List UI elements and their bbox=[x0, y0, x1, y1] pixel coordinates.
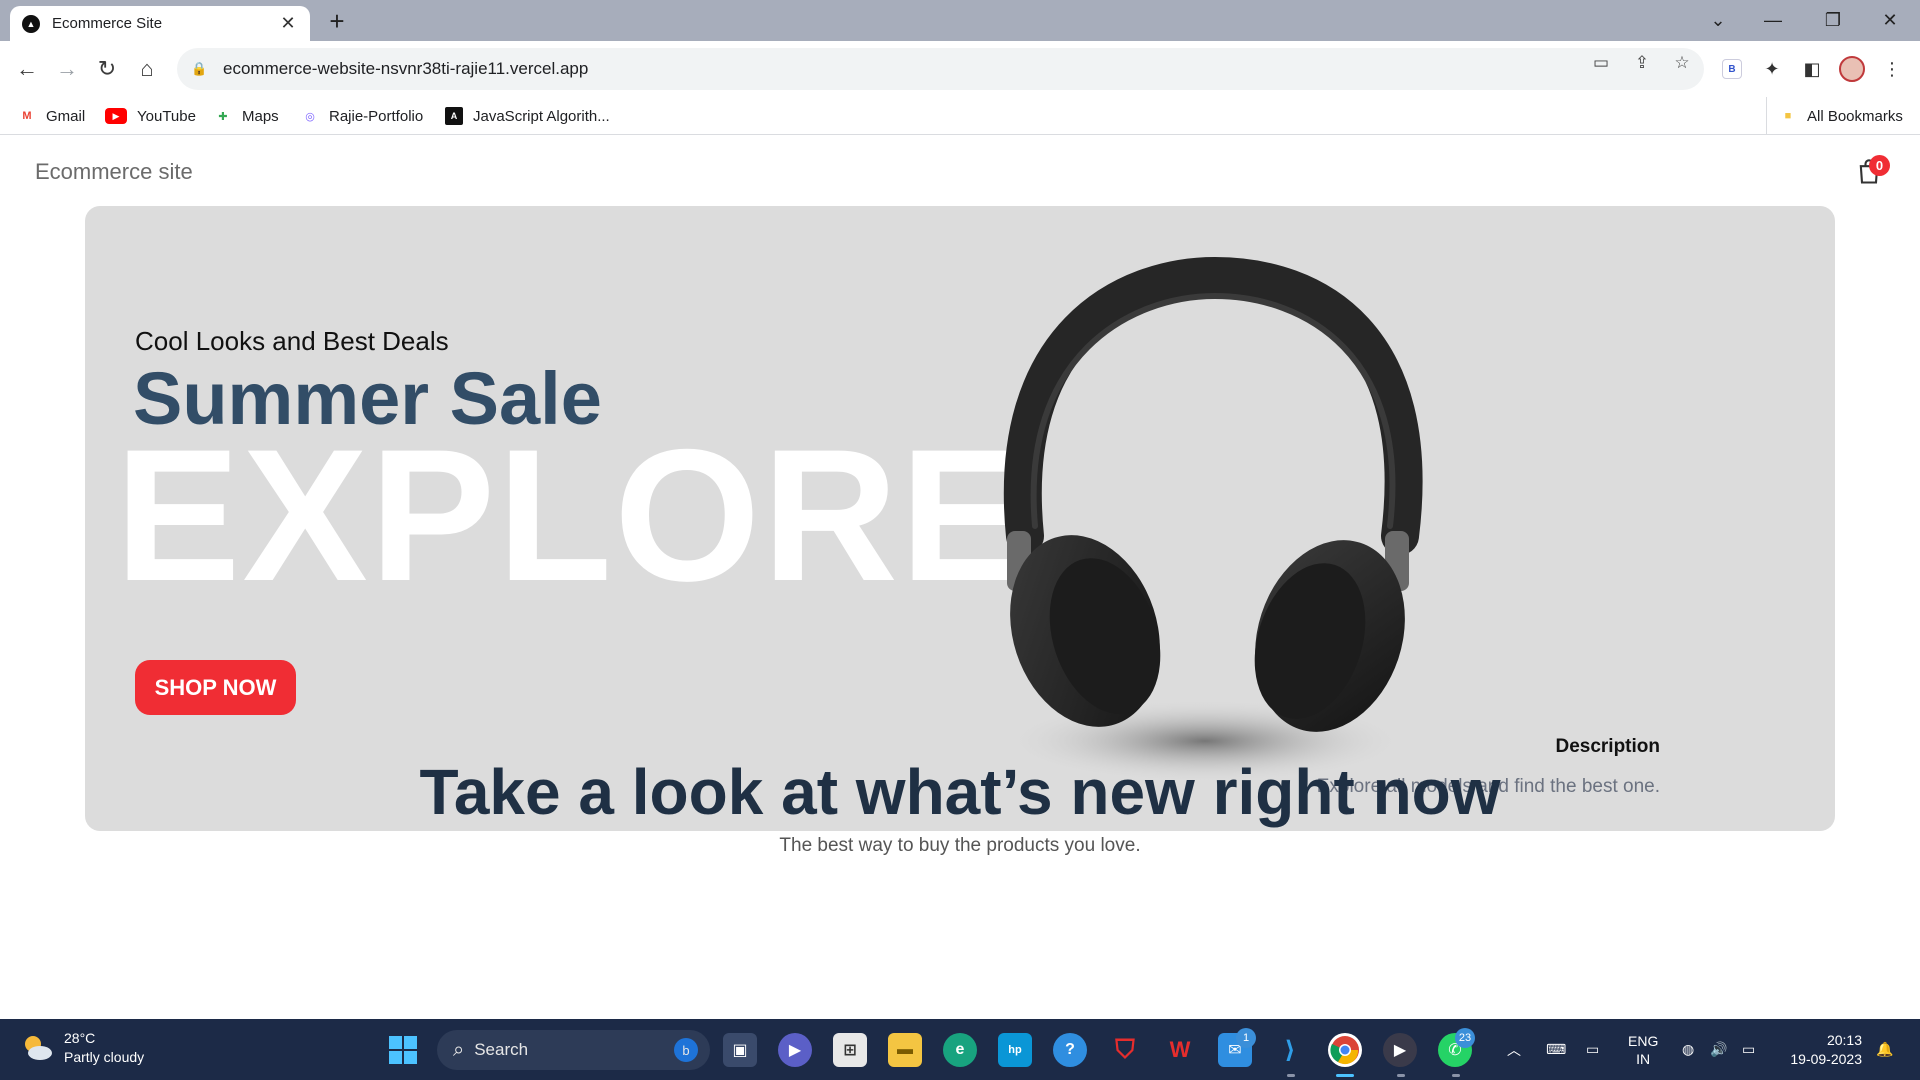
bing-icon[interactable]: b bbox=[674, 1038, 698, 1062]
clock[interactable]: 20:13 19-09-2023 bbox=[1778, 1031, 1862, 1069]
hero-banner: Cool Looks and Best Deals Summer Sale EX… bbox=[85, 206, 1835, 831]
hero-large-text: EXPLORE bbox=[115, 410, 1028, 620]
search-icon: ⌕ bbox=[453, 1038, 465, 1061]
windows-start-icon[interactable] bbox=[386, 1033, 420, 1067]
close-window-icon[interactable]: ✕ bbox=[1870, 4, 1910, 36]
bookmarks-bar: M Gmail ▶ YouTube ✚ Maps ◎ Rajie-Portfol… bbox=[0, 97, 1920, 135]
new-tab-button[interactable]: + bbox=[322, 6, 352, 36]
forward-arrow-icon[interactable]: → bbox=[51, 53, 83, 85]
url-text[interactable]: ecommerce-website-nsvnr38ti-rajie11.verc… bbox=[223, 59, 588, 79]
show-hidden-icons[interactable]: ︿ bbox=[1507, 1019, 1521, 1080]
wps-office-icon[interactable]: W bbox=[1163, 1033, 1197, 1067]
search-placeholder: Search bbox=[474, 1040, 529, 1059]
battery-icon[interactable]: ▭ bbox=[1742, 1019, 1755, 1080]
side-panel-icon[interactable]: ◧ bbox=[1796, 53, 1828, 85]
bookmark-star-icon[interactable]: ☆ bbox=[1670, 51, 1694, 75]
windows-taskbar: 28°C Partly cloudy ⌕ Search b ▣ ▶ ⊞ ▬ e … bbox=[0, 1019, 1920, 1080]
microsoft-store-icon[interactable]: ⊞ bbox=[833, 1033, 867, 1067]
myhp-icon[interactable]: hp bbox=[998, 1033, 1032, 1067]
back-arrow-icon[interactable]: ← bbox=[11, 53, 43, 85]
bookmark-youtube[interactable]: ▶ YouTube bbox=[105, 97, 196, 135]
reader-mode-icon[interactable]: ▭ bbox=[1589, 51, 1613, 75]
task-view-icon[interactable]: ▣ bbox=[723, 1033, 757, 1067]
js-algorithm-icon: A bbox=[445, 107, 463, 125]
youtube-icon: ▶ bbox=[105, 108, 127, 124]
web-page: Ecommerce site 0 Cool Looks and Best Dea… bbox=[0, 135, 1920, 1019]
maps-icon: ✚ bbox=[218, 110, 228, 123]
tab-search-icon[interactable]: ⌄ bbox=[1698, 4, 1738, 36]
bookmark-js-algorithm[interactable]: A JavaScript Algorith... bbox=[445, 97, 610, 135]
edge-browser-icon[interactable]: e bbox=[943, 1033, 977, 1067]
browser-toolbar: ← → ↻ ⌂ 🔒 ecommerce-website-nsvnr38ti-ra… bbox=[0, 41, 1920, 97]
bookmark-gmail[interactable]: M Gmail bbox=[18, 97, 85, 135]
all-bookmarks[interactable]: ■ All Bookmarks bbox=[1766, 97, 1903, 135]
shop-now-button[interactable]: SHOP NOW bbox=[135, 660, 296, 715]
address-bar[interactable]: 🔒 ecommerce-website-nsvnr38ti-rajie11.ve… bbox=[177, 48, 1704, 90]
extensions-puzzle-icon[interactable]: ✦ bbox=[1756, 53, 1788, 85]
tab-title: Ecommerce Site bbox=[52, 15, 163, 32]
profile-avatar[interactable] bbox=[1836, 53, 1868, 85]
browser-tab-strip: ▲ Ecommerce Site ✕ + ⌄ — ❐ ✕ bbox=[0, 0, 1920, 41]
minimize-icon[interactable]: — bbox=[1753, 4, 1793, 36]
help-icon[interactable]: ? bbox=[1053, 1033, 1087, 1067]
language-indicator[interactable]: ENG IN bbox=[1628, 1019, 1658, 1080]
restore-icon[interactable]: ❐ bbox=[1813, 4, 1853, 36]
new-products-subtitle: The best way to buy the products you lov… bbox=[779, 835, 1141, 856]
close-tab-icon[interactable]: ✕ bbox=[278, 13, 298, 34]
media-player-icon[interactable]: ▶ bbox=[1383, 1033, 1417, 1067]
network-icon[interactable]: ◍ bbox=[1682, 1019, 1694, 1080]
headphones-image bbox=[1003, 256, 1423, 783]
volume-icon[interactable]: 🔊 bbox=[1710, 1019, 1727, 1080]
reload-icon[interactable]: ↻ bbox=[91, 53, 123, 85]
chrome-icon[interactable] bbox=[1328, 1033, 1362, 1067]
hero-subtitle: Cool Looks and Best Deals bbox=[135, 326, 449, 356]
weather-text: Partly cloudy bbox=[64, 1049, 145, 1065]
bookmark-maps[interactable]: ✚ Maps bbox=[214, 97, 278, 135]
mail-badge: 1 bbox=[1236, 1028, 1256, 1048]
running-indicator bbox=[1452, 1074, 1460, 1077]
file-explorer-icon[interactable]: ▬ bbox=[888, 1033, 922, 1067]
mcafee-icon[interactable]: ⛉ bbox=[1108, 1033, 1142, 1067]
vscode-icon[interactable]: ⟩ bbox=[1273, 1033, 1307, 1067]
gmail-icon: M bbox=[22, 110, 32, 122]
running-indicator bbox=[1287, 1074, 1295, 1077]
running-indicator bbox=[1397, 1074, 1405, 1077]
notifications-icon[interactable]: 🔔 bbox=[1876, 1019, 1893, 1080]
chrome-menu-icon[interactable]: ⋮ bbox=[1876, 53, 1908, 85]
home-icon[interactable]: ⌂ bbox=[131, 53, 163, 85]
keyboard-icon[interactable]: ⌨ bbox=[1546, 1019, 1566, 1080]
active-indicator bbox=[1336, 1074, 1354, 1077]
browser-tab-active[interactable]: ▲ Ecommerce Site ✕ bbox=[10, 6, 310, 41]
portfolio-icon: ◎ bbox=[305, 110, 315, 123]
site-favicon-icon: ▲ bbox=[22, 14, 40, 33]
bookmark-portfolio[interactable]: ◎ Rajie-Portfolio bbox=[301, 97, 423, 135]
extension-b-icon[interactable]: B bbox=[1716, 53, 1748, 85]
share-icon[interactable]: ⇪ bbox=[1630, 51, 1654, 75]
folder-icon: ■ bbox=[1784, 110, 1792, 122]
temperature-text: 28°C bbox=[64, 1030, 96, 1046]
whatsapp-badge: 23 bbox=[1455, 1028, 1475, 1048]
taskbar-search-box[interactable]: ⌕ Search b bbox=[437, 1030, 710, 1070]
cart-count-badge: 0 bbox=[1869, 155, 1890, 176]
teams-chat-icon[interactable]: ▶ bbox=[778, 1033, 812, 1067]
lock-icon: 🔒 bbox=[191, 61, 208, 76]
site-logo-text[interactable]: Ecommerce site bbox=[35, 159, 193, 185]
touchpad-icon[interactable]: ▭ bbox=[1586, 1019, 1599, 1080]
partly-cloudy-icon bbox=[20, 1031, 54, 1065]
weather-widget[interactable]: 28°C Partly cloudy bbox=[20, 1029, 144, 1067]
new-products-heading: Take a look at what’s new right now bbox=[419, 756, 1501, 828]
